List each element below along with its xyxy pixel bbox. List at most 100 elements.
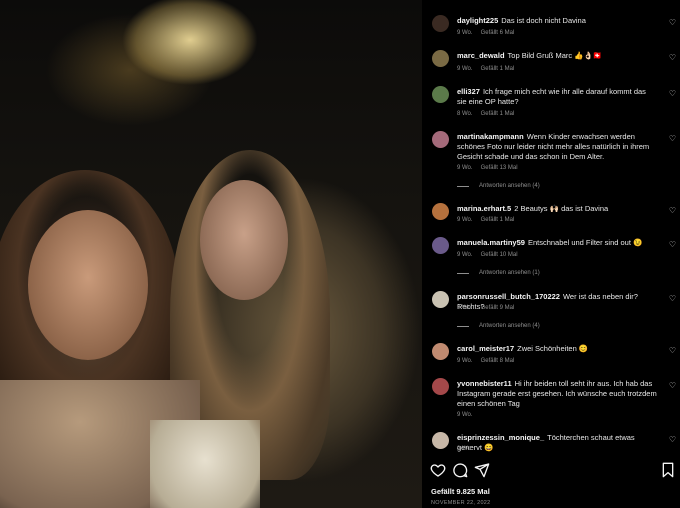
comment-text: yvonnebister11 Hi ihr beiden toll seht ih… xyxy=(457,379,657,409)
heart-icon[interactable]: ♡ xyxy=(669,206,676,215)
comment-item: daylight225 Das ist doch nicht Davina 9 W… xyxy=(432,15,678,55)
comment-time: 8 Wo. xyxy=(457,111,473,117)
avatar[interactable] xyxy=(432,86,449,103)
avatar[interactable] xyxy=(432,15,449,32)
comment-text: elli327 Ich frage mich echt wie ihr alle … xyxy=(457,87,657,107)
avatar[interactable] xyxy=(432,432,449,449)
post-photo xyxy=(0,0,422,508)
view-replies-button[interactable]: Antworten ansehen (4) xyxy=(457,183,540,189)
avatar[interactable] xyxy=(432,203,449,220)
comment-likes[interactable]: Gefällt 10 Mal xyxy=(481,252,518,258)
avatar[interactable] xyxy=(432,378,449,395)
replies-label: Antworten ansehen (4) xyxy=(479,183,540,189)
comment-meta: 9 Wo. Gefällt 8 Mal xyxy=(457,358,522,364)
comment-text: daylight225 Das ist doch nicht Davina xyxy=(457,16,657,26)
comment-username[interactable]: marina.erhart.5 xyxy=(457,204,511,213)
avatar[interactable] xyxy=(432,291,449,308)
post-actions-bar xyxy=(430,462,676,480)
comment-meta: 9 Wo. xyxy=(457,412,481,418)
comment-item: carol_meister17 Zwei Schönheiten 😊 9 Wo. G… xyxy=(432,343,678,373)
comment-text: carol_meister17 Zwei Schönheiten 😊 xyxy=(457,344,657,354)
comment-username[interactable]: eisprinzessin_monique_ xyxy=(457,433,544,442)
comment-meta: 9 Wo. Gefällt 13 Mal xyxy=(457,165,526,171)
avatar[interactable] xyxy=(432,50,449,67)
comment-item: parsonrussell_butch_170222 Wer ist das ne… xyxy=(432,291,678,337)
heart-icon[interactable]: ♡ xyxy=(669,346,676,355)
comment-body: Top Bild Gruß Marc 👍👌🏻🇨🇭 xyxy=(507,51,603,60)
comment-text: martinakampmann Wenn Kinder erwachsen wer… xyxy=(457,132,657,162)
comment-item: marina.erhart.5 2 Beautys 🙌🏻 das ist Davi… xyxy=(432,203,678,231)
avatar[interactable] xyxy=(432,343,449,360)
comment-item: eisprinzessin_monique_ Töchterchen schaut… xyxy=(432,432,678,458)
comment-time: 9 Wo. xyxy=(457,165,473,171)
heart-icon[interactable]: ♡ xyxy=(669,240,676,249)
comment-item: martinakampmann Wenn Kinder erwachsen wer… xyxy=(432,131,678,197)
comment-meta: 8 Wo. Gefällt 1 Mal xyxy=(457,111,522,117)
comment-username[interactable]: martinakampmann xyxy=(457,132,524,141)
comment-time: 9 Wo. xyxy=(457,217,473,223)
photo-shape xyxy=(150,420,260,508)
comment-likes[interactable]: Gefällt 6 Mal xyxy=(481,30,515,36)
comment-meta: 9 Wo. Gefällt 1 Mal xyxy=(457,217,522,223)
comment-username[interactable]: daylight225 xyxy=(457,16,498,25)
heart-icon[interactable]: ♡ xyxy=(669,18,676,27)
comment-meta: 9 Wo. Gefällt 6 Mal xyxy=(457,30,522,36)
comment-text: marina.erhart.5 2 Beautys 🙌🏻 das ist Davi… xyxy=(457,204,657,214)
post-like-count[interactable]: Gefällt 9.825 Mal xyxy=(431,487,490,496)
replies-label: Antworten ansehen (1) xyxy=(479,270,540,276)
comment-item: yvonnebister11 Hi ihr beiden toll seht ih… xyxy=(432,378,678,422)
comment-body: Entschnabel und Filter sind out 😉 xyxy=(527,238,643,247)
bookmark-icon[interactable] xyxy=(660,462,676,478)
heart-icon[interactable] xyxy=(430,462,446,478)
heart-icon[interactable]: ♡ xyxy=(669,53,676,62)
photo-shape xyxy=(28,210,148,360)
comment-username[interactable]: elli327 xyxy=(457,87,480,96)
comment-likes[interactable]: Gefällt 1 Mal xyxy=(481,111,515,117)
comment-likes[interactable]: Gefällt 9 Mal xyxy=(481,305,515,311)
comment-meta: 9 Wo. Gefällt 9 Mal xyxy=(457,305,522,311)
comment-body: Zwei Schönheiten 😊 xyxy=(517,344,589,353)
heart-icon[interactable]: ♡ xyxy=(669,294,676,303)
comment-body: 2 Beautys 🙌🏻 das ist Davina xyxy=(514,204,609,213)
comment-body: Ich frage mich echt wie ihr alle darauf … xyxy=(457,87,646,106)
comment-item: marc_dewald Top Bild Gruß Marc 👍👌🏻🇨🇭 9 Wo… xyxy=(432,50,678,80)
replies-line xyxy=(457,272,469,274)
comment-meta: 9 Wo. xyxy=(457,446,481,452)
comments-panel: daylight225 Das ist doch nicht Davina 9 W… xyxy=(422,0,680,508)
comment-likes[interactable]: Gefällt 1 Mal xyxy=(481,66,515,72)
avatar[interactable] xyxy=(432,131,449,148)
comment-username[interactable]: marc_dewald xyxy=(457,51,505,60)
share-icon[interactable] xyxy=(474,462,490,478)
comment-username[interactable]: carol_meister17 xyxy=(457,344,514,353)
comment-item: manuela.martiny59 Entschnabel und Filter … xyxy=(432,237,678,283)
comment-text: eisprinzessin_monique_ Töchterchen schaut… xyxy=(457,433,657,453)
comment-time: 9 Wo. xyxy=(457,412,473,418)
comment-username[interactable]: parsonrussell_butch_170222 xyxy=(457,292,560,301)
photo-shape xyxy=(200,180,288,300)
comment-time: 9 Wo. xyxy=(457,358,473,364)
heart-icon[interactable]: ♡ xyxy=(669,381,676,390)
heart-icon[interactable]: ♡ xyxy=(669,435,676,444)
comment-time: 9 Wo. xyxy=(457,30,473,36)
post-date: NOVEMBER 22, 2022 xyxy=(431,500,491,506)
comment-username[interactable]: manuela.martiny59 xyxy=(457,238,525,247)
comment-username[interactable]: yvonnebister11 xyxy=(457,379,512,388)
comment-likes[interactable]: Gefällt 13 Mal xyxy=(481,165,518,171)
comment-text: manuela.martiny59 Entschnabel und Filter … xyxy=(457,238,657,248)
comment-likes[interactable]: Gefällt 1 Mal xyxy=(481,217,515,223)
comment-text: marc_dewald Top Bild Gruß Marc 👍👌🏻🇨🇭 xyxy=(457,51,657,61)
heart-icon[interactable]: ♡ xyxy=(669,89,676,98)
comment-body: Das ist doch nicht Davina xyxy=(501,16,586,25)
comment-time: 9 Wo. xyxy=(457,252,473,258)
comment-time: 9 Wo. xyxy=(457,66,473,72)
avatar[interactable] xyxy=(432,237,449,254)
comment-time: 9 Wo. xyxy=(457,305,473,311)
comment-meta: 9 Wo. Gefällt 1 Mal xyxy=(457,66,522,72)
view-replies-button[interactable]: Antworten ansehen (1) xyxy=(457,270,540,276)
comment-icon[interactable] xyxy=(452,462,468,478)
comment-likes[interactable]: Gefällt 8 Mal xyxy=(481,358,515,364)
comment-time: 9 Wo. xyxy=(457,446,473,452)
view-replies-button[interactable]: Antworten ansehen (4) xyxy=(457,323,540,329)
replies-label: Antworten ansehen (4) xyxy=(479,323,540,329)
heart-icon[interactable]: ♡ xyxy=(669,134,676,143)
